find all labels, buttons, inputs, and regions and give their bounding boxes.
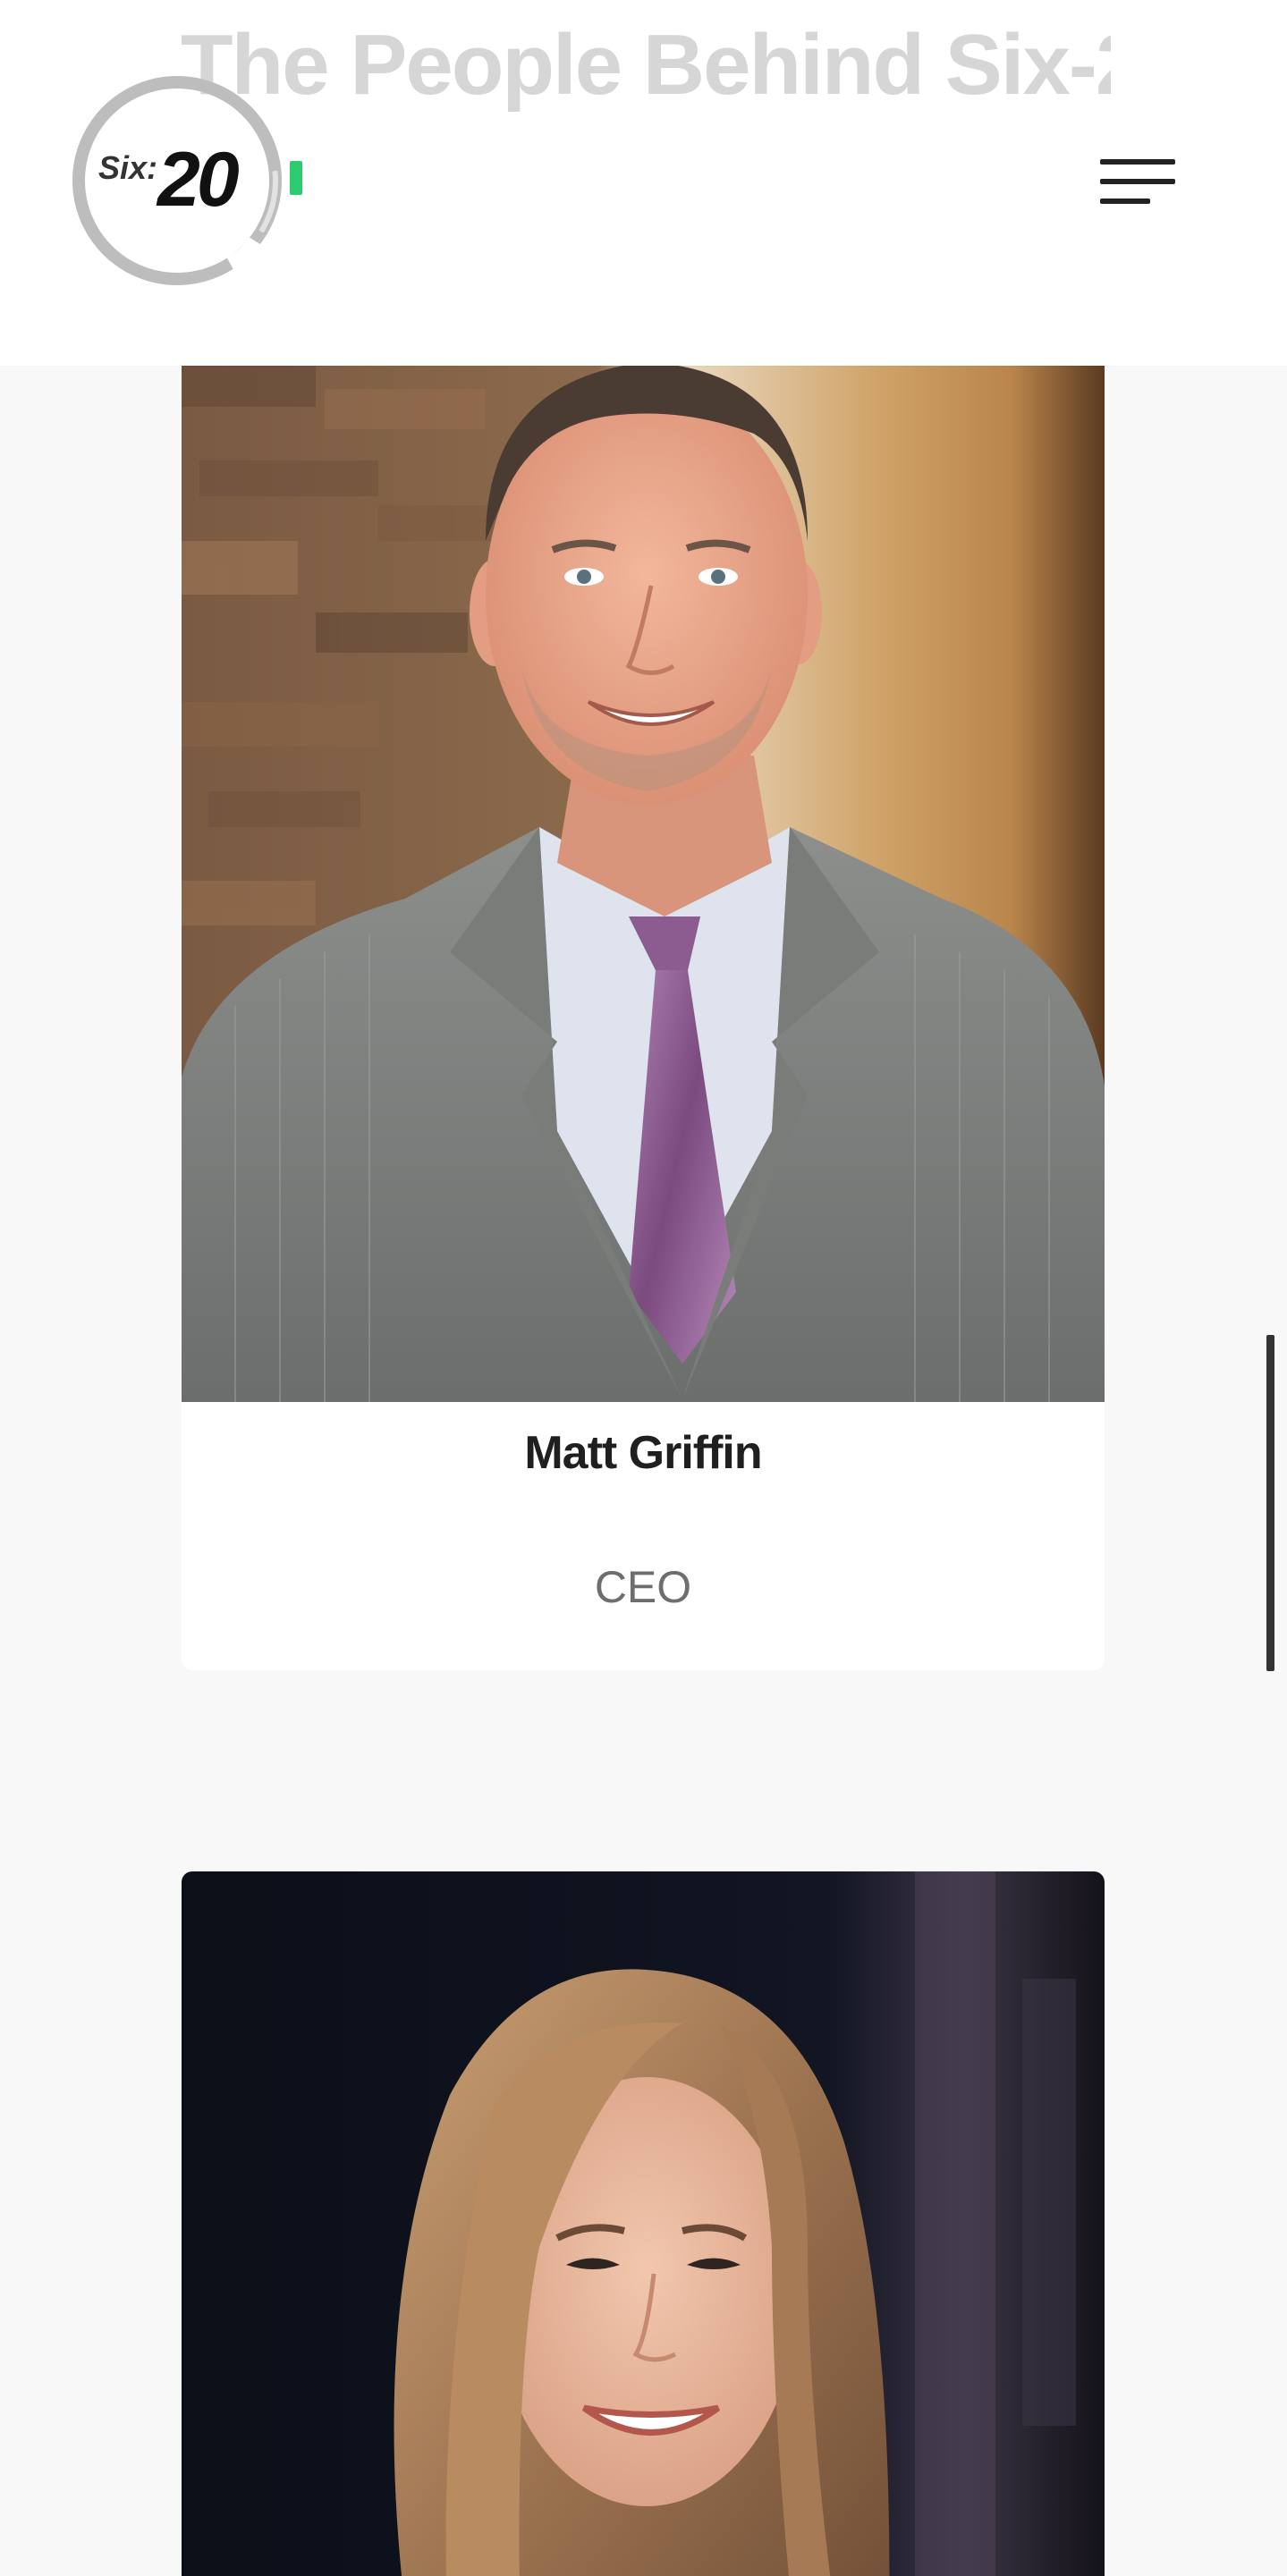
- page-title: The People Behind Six-20: [181, 17, 1111, 113]
- menu-line: [1100, 198, 1150, 204]
- team-member-photo: [182, 326, 1105, 1402]
- team-member-role: CEO: [594, 1562, 692, 1612]
- team-member-name: Matt Griffin: [524, 1427, 762, 1479]
- team-member-card[interactable]: [182, 1871, 1105, 2576]
- logo-prefix: Six:: [98, 149, 157, 186]
- page: The People Behind Six-20 Six: 20 Matt Gr…: [0, 0, 1287, 2576]
- team-member-photo: [182, 1871, 1105, 2576]
- team-member-card[interactable]: Matt Griffin CEO: [182, 326, 1105, 1670]
- logo-number: 20: [156, 137, 239, 223]
- scrollbar-thumb[interactable]: [1266, 1335, 1274, 1671]
- menu-line: [1100, 159, 1175, 165]
- hamburger-menu-icon[interactable]: [1093, 152, 1179, 215]
- logo-accent-bar: [290, 161, 302, 195]
- site-logo[interactable]: Six: 20: [72, 73, 313, 297]
- logo-mark: Six: 20: [72, 76, 302, 285]
- menu-line: [1100, 179, 1175, 184]
